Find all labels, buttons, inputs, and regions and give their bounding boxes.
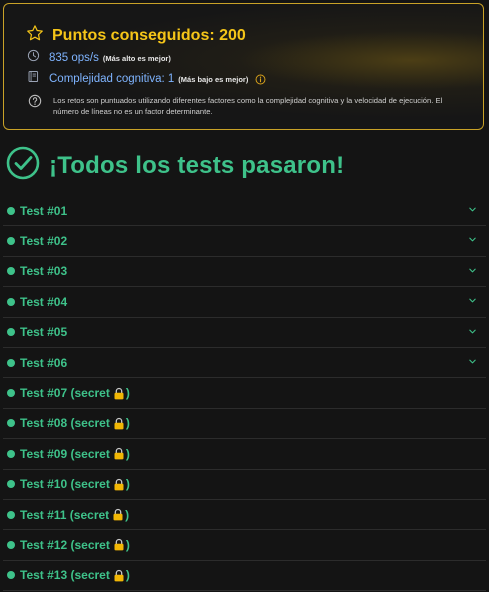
secret-close-paren: ) — [125, 507, 130, 522]
test-label: Test #05 — [20, 325, 68, 340]
test-row-7[interactable]: Test #07 (secret) — [3, 378, 486, 409]
status-dot — [7, 297, 15, 306]
status-dot — [7, 206, 15, 215]
test-label: Test #11 (secret — [20, 507, 110, 522]
score-card: Puntos conseguidos: 200 835 ops/s (Más a… — [3, 3, 484, 130]
lock-icon — [113, 478, 125, 491]
ops-note: (Más alto es mejor) — [102, 53, 171, 63]
test-row-2[interactable]: Test #02 — [3, 226, 486, 257]
chevron-down-icon[interactable] — [468, 357, 477, 366]
test-label: Test #07 (secret — [20, 386, 110, 401]
test-row-9[interactable]: Test #09 (secret) — [3, 439, 486, 470]
chevron-down-icon[interactable] — [468, 296, 477, 305]
test-label: Test #09 (secret — [20, 446, 110, 461]
chevron-down-icon[interactable] — [468, 327, 477, 336]
info-icon[interactable] — [255, 74, 266, 85]
lock-icon — [113, 569, 125, 582]
lock-icon — [113, 417, 125, 430]
test-label: Test #03 — [20, 264, 68, 279]
test-row-10[interactable]: Test #10 (secret) — [3, 470, 486, 500]
secret-close-paren: ) — [125, 416, 130, 431]
document-icon — [27, 70, 40, 88]
status-dot — [7, 449, 15, 458]
secret-close-paren: ) — [125, 477, 130, 492]
points-label: Puntos conseguidos: 200 — [52, 26, 246, 44]
status-dot — [7, 540, 15, 549]
chevron-down-icon[interactable] — [468, 266, 477, 275]
clock-icon — [27, 49, 40, 67]
lock-icon — [112, 508, 124, 521]
test-label: Test #08 (secret — [20, 416, 110, 431]
ops-row: 835 ops/s (Más alto es mejor) — [27, 49, 171, 67]
status-dot — [7, 389, 15, 398]
test-label: Test #12 (secret — [20, 537, 110, 552]
test-label: Test #02 — [20, 234, 68, 249]
complexity-note: (Más bajo es mejor) — [178, 74, 249, 84]
star-icon — [26, 24, 44, 47]
test-label: Test #13 (secret — [20, 568, 110, 583]
chevron-down-icon[interactable] — [468, 235, 477, 244]
description-row: Los retos son puntuados utilizando difer… — [28, 94, 463, 117]
secret-close-paren: ) — [125, 386, 130, 401]
test-label: Test #01 — [20, 203, 68, 218]
complexity-value: Complejidad cognitiva: 1 — [49, 73, 175, 85]
status-dot — [7, 419, 15, 428]
status-dot — [7, 267, 15, 276]
secret-close-paren: ) — [125, 446, 130, 461]
test-label: Test #04 — [20, 294, 68, 309]
result-title: ¡Todos los tests pasaron! — [49, 151, 345, 179]
complexity-row: Complejidad cognitiva: 1 (Más bajo es me… — [27, 70, 266, 88]
scoring-description: Los retos son puntuados utilizando difer… — [53, 96, 443, 116]
status-dot — [7, 328, 15, 337]
test-row-11[interactable]: Test #11 (secret) — [3, 500, 486, 531]
lock-icon — [113, 447, 125, 460]
status-dot — [7, 358, 15, 367]
secret-close-paren: ) — [125, 568, 130, 583]
test-row-5[interactable]: Test #05 — [3, 318, 486, 348]
ops-value: 835 ops/s — [49, 52, 99, 64]
test-row-1[interactable]: Test #01 — [3, 196, 486, 227]
test-label: Test #10 (secret — [20, 477, 110, 492]
status-dot — [7, 237, 15, 246]
help-circle-icon — [28, 94, 42, 113]
test-row-12[interactable]: Test #12 (secret) — [3, 530, 486, 561]
status-dot — [7, 571, 15, 580]
test-row-6[interactable]: Test #06 — [3, 348, 486, 379]
test-label: Test #06 — [20, 355, 68, 370]
result-banner: ¡Todos los tests pasaron! — [6, 146, 344, 185]
test-row-8[interactable]: Test #08 (secret) — [3, 409, 486, 440]
test-list: Test #01 Test #02 Test #03 Test #04 Test… — [3, 196, 486, 592]
test-row-3[interactable]: Test #03 — [3, 257, 486, 288]
secret-close-paren: ) — [125, 537, 130, 552]
status-dot — [7, 480, 15, 489]
status-dot — [7, 510, 15, 519]
chevron-down-icon[interactable] — [468, 205, 477, 214]
check-circle-icon — [6, 146, 40, 185]
points-row: Puntos conseguidos: 200 — [26, 24, 246, 47]
test-row-13[interactable]: Test #13 (secret) — [3, 561, 486, 592]
test-row-4[interactable]: Test #04 — [3, 287, 486, 318]
lock-icon — [113, 538, 125, 551]
lock-icon — [113, 387, 125, 400]
